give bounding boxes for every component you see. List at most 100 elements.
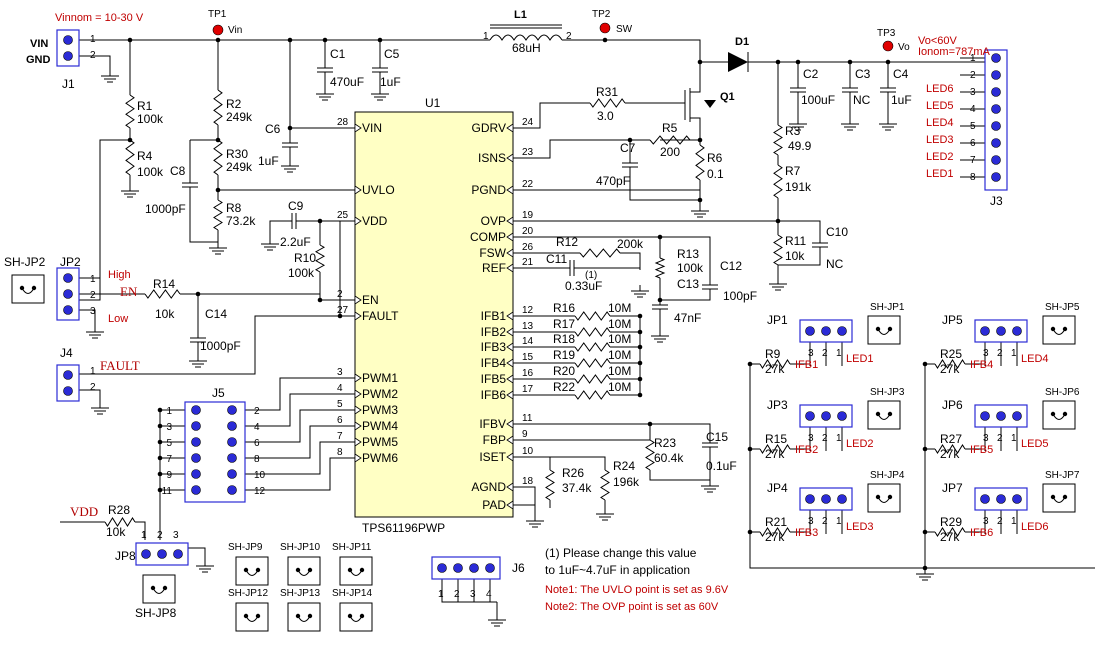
ic-pin-number: 3 — [337, 367, 343, 378]
header-pin[interactable] — [996, 326, 1006, 336]
sh-extra-icon[interactable] — [235, 556, 269, 586]
testpoint-icon[interactable] — [882, 40, 894, 52]
r5-ref: R5 — [662, 121, 678, 135]
sh-jp-icon[interactable] — [867, 400, 901, 430]
header-pin[interactable] — [991, 121, 1001, 131]
sh-extra-icon[interactable] — [287, 602, 321, 632]
ic-pin-name: FAULT — [362, 309, 399, 323]
header-pin[interactable] — [821, 411, 831, 421]
testpoint-icon[interactable] — [212, 24, 224, 36]
header-pin[interactable] — [227, 485, 237, 495]
r12-ref: R12 — [556, 235, 578, 249]
j1-gnd-label: GND — [26, 54, 51, 66]
header-pin[interactable] — [63, 51, 73, 61]
j5-pin-num: 10 — [254, 470, 266, 481]
header-pin[interactable] — [991, 104, 1001, 114]
header-pin[interactable] — [227, 421, 237, 431]
header-pin[interactable] — [1012, 326, 1022, 336]
header-pin[interactable] — [227, 437, 237, 447]
header-pin[interactable] — [996, 494, 1006, 504]
header-pin[interactable] — [63, 370, 73, 380]
header-pin[interactable] — [991, 172, 1001, 182]
sh-jp-icon[interactable] — [1042, 315, 1076, 345]
header-pin[interactable] — [227, 469, 237, 479]
header-pin[interactable] — [980, 494, 990, 504]
header-pin[interactable] — [837, 326, 847, 336]
resistor-symbol — [144, 289, 181, 299]
testpoint-icon[interactable] — [599, 22, 611, 34]
resistor-symbol — [589, 98, 626, 108]
header-pin[interactable] — [991, 138, 1001, 148]
wire — [513, 456, 551, 470]
header-pin[interactable] — [805, 494, 815, 504]
r1-val: 100k — [137, 112, 164, 126]
header-pin[interactable] — [63, 305, 73, 315]
header-pin[interactable] — [453, 563, 463, 573]
jp-pin-num: 1 — [1011, 516, 1017, 527]
header-pin[interactable] — [1012, 494, 1022, 504]
ic-pin-number: 15 — [522, 352, 534, 363]
r2-val: 249k — [226, 110, 253, 124]
header-pin[interactable] — [191, 421, 201, 431]
header-pin[interactable] — [991, 70, 1001, 80]
c15-ref: C15 — [706, 430, 728, 444]
sh-jp-icon[interactable] — [1042, 400, 1076, 430]
header-pin[interactable] — [63, 273, 73, 283]
sh-extra-icon[interactable] — [339, 602, 373, 632]
header-pin[interactable] — [191, 437, 201, 447]
header-pin[interactable] — [63, 386, 73, 396]
header-pin[interactable] — [63, 35, 73, 45]
sh-extra-icon[interactable] — [287, 556, 321, 586]
header-pin[interactable] — [157, 549, 167, 559]
header-pin[interactable] — [805, 326, 815, 336]
header-pin[interactable] — [227, 453, 237, 463]
j6-ref: J6 — [512, 561, 525, 575]
header-pin[interactable] — [1012, 411, 1022, 421]
jp-r-ref: R29 — [940, 515, 962, 529]
sh-extra-icon[interactable] — [339, 556, 373, 586]
header-pin[interactable] — [191, 405, 201, 415]
header-pin[interactable] — [821, 494, 831, 504]
header-pin[interactable] — [805, 411, 815, 421]
header-pin[interactable] — [980, 326, 990, 336]
sh-jp-icon[interactable] — [1042, 483, 1076, 513]
header-pin[interactable] — [191, 485, 201, 495]
header-pin[interactable] — [821, 326, 831, 336]
sh-jp-icon[interactable] — [867, 315, 901, 345]
header-pin[interactable] — [837, 411, 847, 421]
ifb-r-val: 10M — [608, 348, 631, 362]
header-pin[interactable] — [437, 563, 447, 573]
header-pin[interactable] — [485, 563, 495, 573]
sh-jp2-icon[interactable] — [11, 274, 45, 304]
jp-r-val: 27k — [765, 530, 785, 544]
pin-num: 3 — [90, 306, 96, 317]
header-pin[interactable] — [141, 549, 151, 559]
ic-pin-name: IFB2 — [481, 325, 507, 339]
header-pin[interactable] — [191, 469, 201, 479]
header-pin[interactable] — [63, 289, 73, 299]
j1-ref: J1 — [62, 77, 75, 91]
header-pin[interactable] — [191, 453, 201, 463]
jp-ifb-label: IFB5 — [970, 444, 993, 456]
header-pin[interactable] — [173, 549, 183, 559]
pin-num: 2 — [90, 382, 96, 393]
c8-val: 1000pF — [145, 202, 186, 216]
sh-jp-icon[interactable] — [867, 483, 901, 513]
header-pin[interactable] — [991, 155, 1001, 165]
sh-extra-icon[interactable] — [235, 602, 269, 632]
header-pin[interactable] — [469, 563, 479, 573]
header-pin[interactable] — [996, 411, 1006, 421]
wire — [562, 39, 701, 62]
jp8-pin: 1 — [141, 530, 147, 541]
r5-val: 200 — [660, 145, 680, 159]
j3-pin-num: 3 — [970, 87, 976, 98]
header-pin[interactable] — [991, 87, 1001, 97]
header-pin[interactable] — [991, 53, 1001, 63]
c7-val: 470pF — [596, 174, 630, 188]
header-pin[interactable] — [837, 494, 847, 504]
header-pin[interactable] — [980, 411, 990, 421]
jp-led-label: LED3 — [846, 521, 874, 533]
jp-pin-num: 2 — [997, 433, 1003, 444]
header-pin[interactable] — [227, 405, 237, 415]
sh-jp8-icon[interactable] — [142, 574, 176, 604]
